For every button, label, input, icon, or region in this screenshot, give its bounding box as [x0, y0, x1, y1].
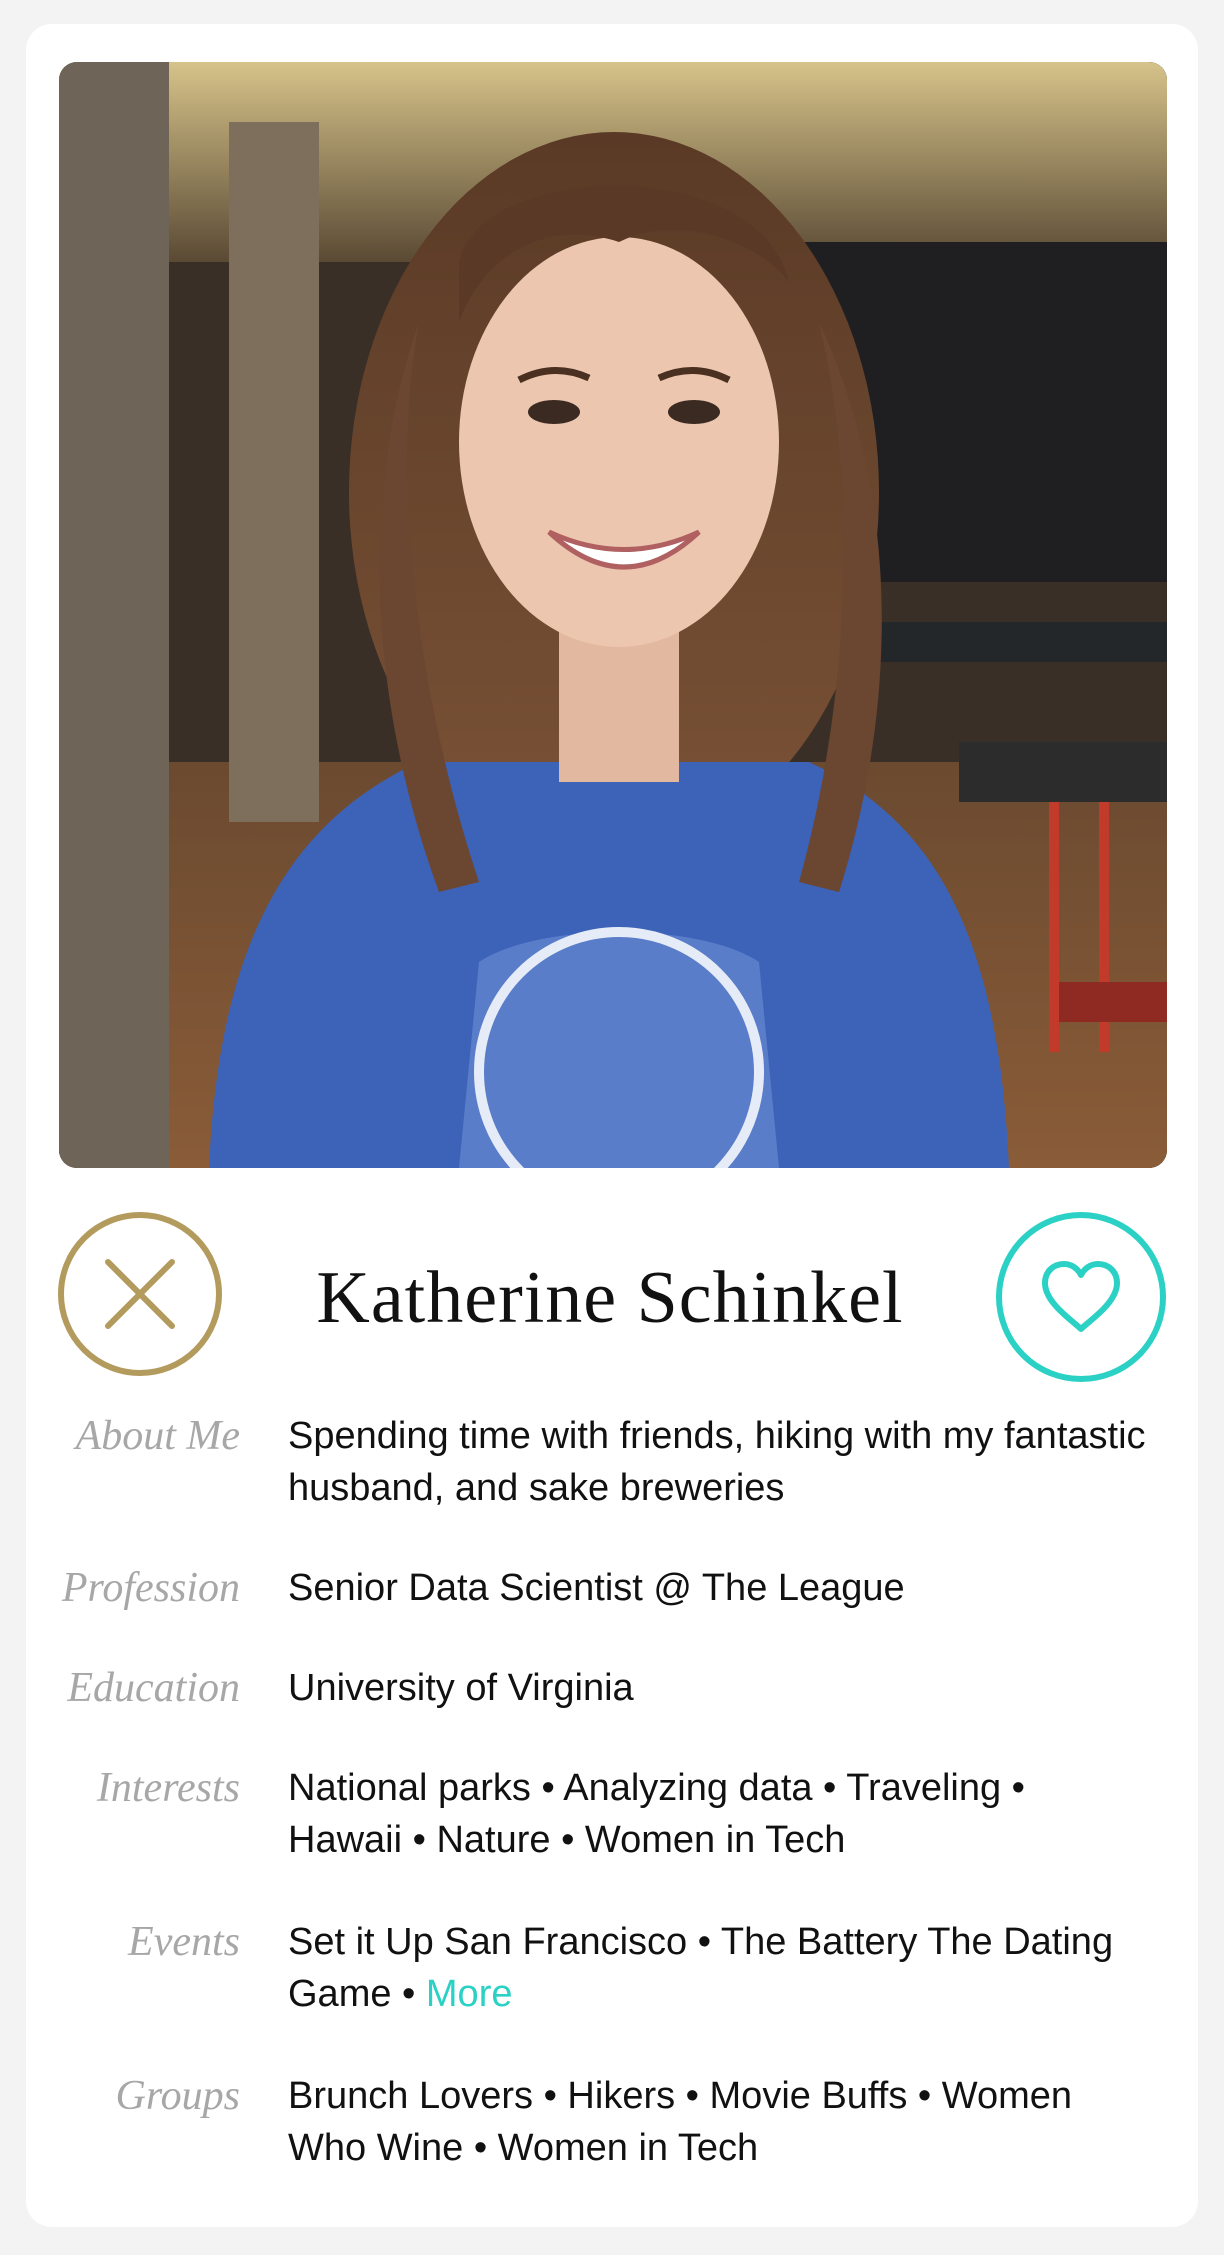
events-label: Events — [128, 1919, 240, 1965]
events-row: Events Set it Up San Francisco • The Bat… — [40, 1916, 1180, 2020]
groups-row: Groups Brunch Lovers • Hikers • Movie Bu… — [40, 2070, 1180, 2174]
groups-text: Brunch Lovers • Hikers • Movie Buffs • W… — [288, 2075, 1073, 2169]
heart-icon — [1042, 1261, 1120, 1332]
close-icon — [105, 1259, 175, 1329]
like-button[interactable] — [996, 1212, 1166, 1382]
education-text: University of Virginia — [288, 1667, 634, 1709]
interests-row: Interests National parks • Analyzing dat… — [40, 1762, 1180, 1866]
profile-photo[interactable] — [59, 62, 1167, 1168]
events-value: Set it Up San Francisco • The Battery Th… — [288, 1916, 1148, 2020]
about-row: About Me Spending time with friends, hik… — [40, 1410, 1180, 1514]
pass-button[interactable] — [58, 1212, 222, 1376]
events-more-link[interactable]: More — [426, 1973, 513, 2015]
about-text: Spending time with friends, hiking with … — [288, 1415, 1146, 1509]
groups-label: Groups — [115, 2073, 240, 2119]
photo-illustration — [59, 62, 1167, 1168]
profile-name: Katherine Schinkel — [316, 1257, 904, 1339]
interests-text: National parks • Analyzing data • Travel… — [288, 1767, 1025, 1861]
profession-row: Profession Senior Data Scientist @ The L… — [40, 1562, 1180, 1614]
profession-label: Profession — [61, 1565, 240, 1611]
events-text: Set it Up San Francisco • The Battery Th… — [288, 1921, 1114, 2015]
profile-details: About Me Spending time with friends, hik… — [40, 1410, 1180, 2174]
education-row: Education University of Virginia — [40, 1662, 1180, 1714]
about-label: About Me — [75, 1413, 240, 1459]
interests-label: Interests — [96, 1765, 240, 1811]
education-label: Education — [67, 1665, 240, 1711]
profession-text: Senior Data Scientist @ The League — [288, 1567, 905, 1609]
